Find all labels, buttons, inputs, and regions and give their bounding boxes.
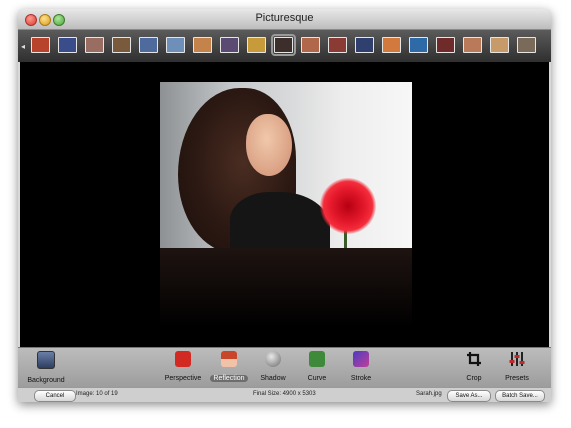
app-window: Picturesque ◂ Background Perspective Ref… [18, 9, 551, 402]
filmstrip-thumbnail[interactable] [139, 37, 158, 53]
background-icon [37, 351, 55, 369]
cancel-button[interactable]: Cancel [34, 390, 76, 402]
tool-shadow-label: Shadow [260, 375, 286, 382]
tool-perspective[interactable]: Perspective [159, 350, 207, 385]
preview-photo[interactable] [160, 82, 412, 248]
filmstrip-thumbnail[interactable] [490, 37, 509, 53]
file-name: Sarah.jpg [416, 391, 442, 397]
filmstrip-thumbnail[interactable] [463, 37, 482, 53]
filmstrip-thumbnail[interactable] [166, 37, 185, 53]
photo-red-flower [320, 178, 376, 234]
title-bar: Picturesque [18, 9, 551, 30]
presets-tool-label: Presets [505, 375, 529, 382]
filmstrip-scroll-left-icon[interactable]: ◂ [21, 42, 25, 51]
presets-icon [509, 351, 525, 367]
batch-save-button[interactable]: Batch Save... [495, 390, 545, 402]
save-as-button[interactable]: Save As... [447, 390, 491, 402]
photo-face [246, 114, 292, 176]
status-bar: Cancel Image: 10 of 19 Final Size: 4900 … [18, 387, 551, 402]
reflection-icon [221, 351, 237, 367]
thumbnail-list [31, 34, 549, 56]
red-cube-icon [175, 351, 191, 367]
filmstrip-thumbnail[interactable] [301, 37, 320, 53]
filmstrip-thumbnail[interactable] [271, 34, 296, 56]
presets-tool[interactable]: Presets [493, 350, 541, 385]
filmstrip-thumbnail[interactable] [409, 37, 428, 53]
filmstrip: ◂ [18, 30, 551, 62]
photo-shirt [230, 192, 330, 248]
effects-toolbar: Background Perspective Reflection Shadow… [18, 347, 551, 388]
window-title: Picturesque [255, 12, 314, 24]
tool-shadow[interactable]: Shadow [249, 350, 297, 385]
filmstrip-thumbnail[interactable] [112, 37, 131, 53]
filmstrip-thumbnail[interactable] [517, 37, 536, 53]
gray-sphere-icon [265, 351, 281, 367]
curve-icon [309, 351, 325, 367]
filmstrip-thumbnail[interactable] [220, 37, 239, 53]
tool-curve-label: Curve [307, 375, 327, 382]
preview-canvas [20, 62, 549, 347]
filmstrip-thumbnail[interactable] [328, 37, 347, 53]
photo-reflection [160, 248, 412, 328]
tool-perspective-label: Perspective [164, 375, 202, 382]
stroke-icon [353, 351, 369, 367]
tool-curve[interactable]: Curve [293, 350, 341, 385]
tool-reflection-label: Reflection [210, 375, 248, 382]
final-size: Final Size: 4900 x 5303 [253, 391, 316, 397]
filmstrip-thumbnail[interactable] [247, 37, 266, 53]
tool-stroke[interactable]: Stroke [337, 350, 385, 385]
filmstrip-thumbnail[interactable] [436, 37, 455, 53]
filmstrip-thumbnail[interactable] [355, 37, 374, 53]
crop-icon [466, 351, 482, 367]
crop-tool[interactable]: Crop [450, 350, 498, 385]
image-counter: Image: 10 of 19 [76, 391, 118, 397]
background-tool[interactable]: Background [22, 350, 70, 387]
background-tool-label: Background [27, 377, 65, 384]
filmstrip-thumbnail[interactable] [382, 37, 401, 53]
crop-tool-label: Crop [466, 375, 482, 382]
filmstrip-thumbnail[interactable] [85, 37, 104, 53]
tool-stroke-label: Stroke [350, 375, 372, 382]
tool-reflection[interactable]: Reflection [205, 350, 253, 385]
filmstrip-thumbnail[interactable] [58, 37, 77, 53]
filmstrip-thumbnail[interactable] [193, 37, 212, 53]
filmstrip-thumbnail[interactable] [31, 37, 50, 53]
